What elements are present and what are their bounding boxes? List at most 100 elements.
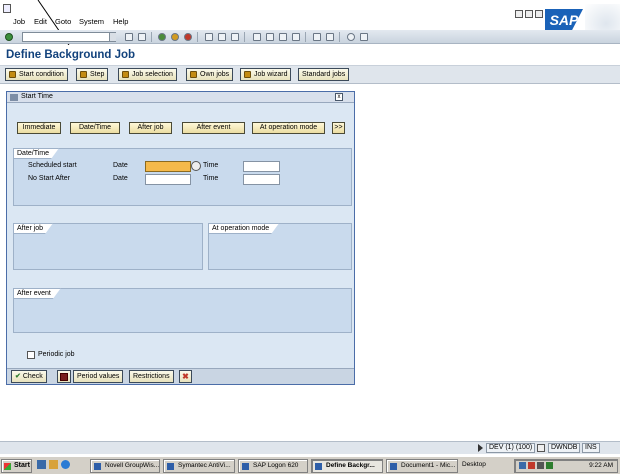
status-dropdown-icon[interactable] [537,444,545,452]
sap-logo: SAP [545,9,583,31]
command-field[interactable] [22,32,116,42]
dialog-close-icon[interactable]: x [335,93,343,101]
after-event-group: After event [13,288,352,333]
job-wizard-label: Job wizard [254,71,288,78]
check-button[interactable]: ✔ Check [11,370,47,383]
restrictions-button[interactable]: Restrictions [129,370,174,383]
standard-jobs-button[interactable]: Standard jobs [298,68,350,81]
help-icon[interactable] [347,33,355,41]
command-dropdown-icon[interactable] [109,33,116,41]
desktop-toolbar-label[interactable]: Desktop [462,461,486,468]
enter-icon[interactable] [5,33,13,41]
save-icon[interactable] [138,33,146,41]
scheduled-date-input[interactable] [145,161,191,172]
antivirus-icon[interactable] [528,462,535,469]
more-options-button[interactable]: >> [332,122,345,134]
close-window-button[interactable] [535,10,543,18]
start-condition-button[interactable]: Start condition [5,68,68,81]
toolbar-separator [244,32,245,42]
job-selection-icon [122,71,129,78]
start-button[interactable]: Start [1,459,32,473]
at-operation-mode-button[interactable]: At operation mode [252,122,325,134]
taskbar-define-background-job[interactable]: Define Backgr... [311,459,383,473]
after-job-button[interactable]: After job [129,122,172,134]
cancel-icon[interactable] [184,33,192,41]
toolbar-separator [197,32,198,42]
no-start-after-time-input[interactable] [243,174,280,185]
after-job-group-title: After job [13,223,53,234]
scheduled-date-label: Date [113,162,128,169]
start-condition-label: Start condition [19,71,64,78]
layout-menu-icon[interactable] [360,33,368,41]
step-label: Step [90,71,105,78]
own-jobs-icon [190,71,197,78]
after-event-group-title: After event [13,288,61,299]
tray-icons [519,462,553,469]
new-session-icon[interactable] [313,33,321,41]
period-values-button[interactable]: Period values [73,370,124,383]
periodic-job-label: Periodic job [38,351,75,358]
own-jobs-button[interactable]: Own jobs [186,68,234,81]
back-nav-icon[interactable] [158,33,166,41]
exit-icon[interactable] [171,33,179,41]
desktop-icon[interactable] [37,460,46,469]
standard-jobs-label: Standard jobs [302,71,346,78]
date-time-group: Date/Time Scheduled start Date Time No S… [13,148,352,206]
volume-icon[interactable] [537,462,544,469]
cancel-icon: ✖ [182,372,189,381]
find-icon[interactable] [218,33,226,41]
job-wizard-button[interactable]: Job wizard [240,68,292,81]
next-page-icon[interactable] [279,33,287,41]
taskbar-sap-logon[interactable]: SAP Logon 620 [238,459,308,473]
check-icon: ✔ [15,373,21,380]
toolbar-separator [339,32,340,42]
system-tray: 9:22 AM [514,459,618,473]
save-button[interactable] [57,370,71,383]
back-icon[interactable] [125,33,133,41]
date-time-group-title: Date/Time [13,148,59,159]
page-title: Define Background Job [6,49,136,61]
last-page-icon[interactable] [292,33,300,41]
start-time-dialog: Start Time x Immediate Date/Time After j… [6,91,355,385]
no-start-after-date-input[interactable] [145,174,191,185]
step-icon [80,71,87,78]
previous-page-icon[interactable] [266,33,274,41]
taskbar-antivirus[interactable]: Symantec AntiVi... [163,459,235,473]
start-condition-icon [9,71,16,78]
ie-icon[interactable] [61,460,70,469]
after-event-button[interactable]: After event [182,122,245,134]
shortcut-icon[interactable] [326,33,334,41]
find-next-icon[interactable] [231,33,239,41]
network-icon[interactable] [519,462,526,469]
outlook-icon[interactable] [49,460,58,469]
periodic-job-checkbox[interactable] [27,351,35,359]
print-icon[interactable] [205,33,213,41]
status-server: DWNDB [548,443,581,453]
dialog-titlebar: Start Time x [7,92,354,103]
no-start-after-date-label: Date [113,175,128,182]
toolbar-separator [305,32,306,42]
maximize-button[interactable] [525,10,533,18]
status-expand-icon[interactable] [478,444,483,452]
minimize-button[interactable] [515,10,523,18]
taskbar-groupwise[interactable]: Novell GroupWis... [90,459,160,473]
sap-tray-icon[interactable] [546,462,553,469]
job-selection-label: Job selection [132,71,173,78]
windows-taskbar: Start Novell GroupWis... Symantec AntiVi… [0,456,620,474]
scheduled-time-label: Time [203,162,219,169]
quicklaunch-icons [37,460,87,472]
first-page-icon[interactable] [253,33,261,41]
at-operation-mode-group: At operation mode [208,223,352,270]
scheduled-time-input[interactable] [243,161,280,172]
job-selection-button[interactable]: Job selection [118,68,177,81]
calendar-icon[interactable] [191,161,201,171]
at-operation-mode-group-title: At operation mode [208,223,279,234]
menu-help[interactable]: Help [113,17,128,26]
taskbar-document1[interactable]: Document1 - Mic... [386,459,458,473]
step-button[interactable]: Step [76,68,109,81]
status-system-info: DEV (1) (100) [486,443,536,453]
cancel-button[interactable]: ✖ [179,370,192,383]
scheduled-start-label: Scheduled start [28,162,77,169]
date-time-button[interactable]: Date/Time [70,122,120,134]
immediate-button[interactable]: Immediate [17,122,61,134]
